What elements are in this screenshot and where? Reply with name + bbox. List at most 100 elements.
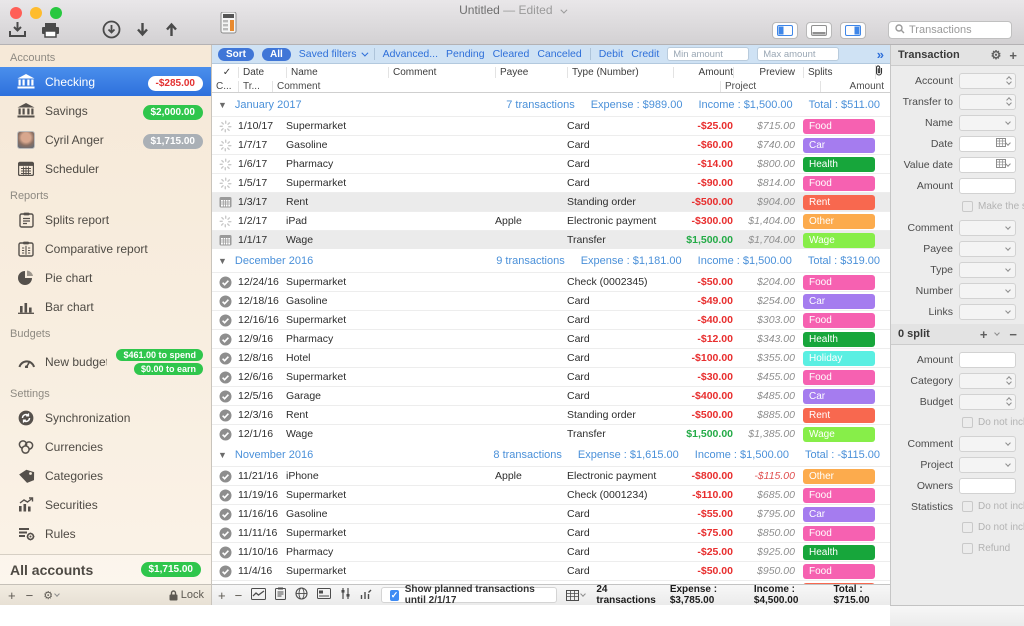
advanced-filter-button[interactable]: Advanced... <box>383 48 438 60</box>
move-down-button[interactable] <box>135 21 150 38</box>
split-remove-icon[interactable]: − <box>1009 327 1017 342</box>
split-checkbox[interactable]: Do not include w... <box>959 520 1024 536</box>
disclosure-triangle-icon[interactable]: ▼ <box>218 100 227 110</box>
filter-canceled-button[interactable]: Canceled <box>537 48 581 60</box>
split-project-select[interactable] <box>959 457 1016 473</box>
disclosure-triangle-icon[interactable]: ▼ <box>218 450 227 460</box>
transaction-row[interactable]: 12/6/16SupermarketCard-$30.00$455.00Food <box>212 367 890 386</box>
transaction-number-select[interactable] <box>959 283 1016 299</box>
transaction-row[interactable]: 1/2/17iPadAppleElectronic payment-$300.0… <box>212 211 890 230</box>
adjust-columns-icon[interactable] <box>340 587 351 603</box>
split-budget-stepper[interactable] <box>959 394 1016 410</box>
transaction-comment-select[interactable] <box>959 220 1016 236</box>
transaction-checkbox[interactable]: Make the sum of... <box>959 199 1024 215</box>
web-icon[interactable] <box>295 587 308 603</box>
column-header-payee[interactable]: Payee <box>495 67 567 78</box>
transaction-row[interactable]: 12/5/16GarageCard-$400.00$485.00Car <box>212 386 890 405</box>
split-category-stepper[interactable] <box>959 373 1016 389</box>
column-header-amount[interactable]: Amount <box>673 67 733 78</box>
sidebar-item-scheduler[interactable]: Scheduler <box>0 154 211 183</box>
column-header-type[interactable]: Type (Number) <box>567 67 673 78</box>
transaction-row[interactable]: 1/6/17PharmacyCard-$14.00$800.00Health <box>212 154 890 173</box>
column-header-cleared[interactable]: ✓ <box>212 67 238 78</box>
transaction-row[interactable]: 12/1/16WageTransfer$1,500.00$1,385.00Wag… <box>212 424 890 443</box>
column-header-preview[interactable]: Preview <box>733 67 795 78</box>
split-amount-input[interactable] <box>959 352 1016 368</box>
transaction-row[interactable]: 1/5/17SupermarketCard-$90.00$814.00Food <box>212 173 890 192</box>
sidebar-item-bar-chart[interactable]: Bar chart <box>0 292 211 321</box>
sidebar-item-comparative-report[interactable]: Comparative report <box>0 234 211 263</box>
transaction-row[interactable]: 1/10/17SupermarketCard-$25.00$715.00Food <box>212 116 890 135</box>
split-checkbox[interactable]: Do not include in... <box>959 415 1024 431</box>
transaction-row[interactable]: 11/16/16GasolineCard-$55.00$795.00Car <box>212 504 890 523</box>
filter-pending-button[interactable]: Pending <box>446 48 485 60</box>
split-add-chevron-icon[interactable] <box>995 330 1001 336</box>
min-amount-input[interactable]: Min amount <box>667 47 749 61</box>
all-accounts-row[interactable]: All accounts $1,715.00 <box>0 554 211 584</box>
filter-debit-button[interactable]: Debit <box>599 48 624 60</box>
sidebar-item-categories[interactable]: Categories <box>0 461 211 490</box>
split-checkbox[interactable]: Do not include in... <box>959 499 1024 515</box>
balance-graph-icon[interactable] <box>251 588 266 603</box>
toggle-left-panel-button[interactable] <box>772 22 798 39</box>
group-header-december-2016[interactable]: ▼December 20169 transactionsExpense : $1… <box>212 249 890 272</box>
sidebar-item-new-budget[interactable]: New budget$461.00 to spend$0.00 to earn <box>0 343 211 381</box>
transaction-row[interactable]: 12/8/16HotelCard-$100.00$355.00Holiday <box>212 348 890 367</box>
sidebar-item-securities[interactable]: Securities <box>0 490 211 519</box>
transaction-row[interactable]: 1/1/17WageTransfer$1,500.00$1,704.00Wage <box>212 230 890 249</box>
remove-account-button[interactable]: − <box>26 589 34 602</box>
sort-button[interactable]: Sort <box>218 48 254 61</box>
table-view-menu[interactable] <box>566 590 587 601</box>
group-header-november-2016[interactable]: ▼November 20168 transactionsExpense : $1… <box>212 443 890 466</box>
filter-cleared-button[interactable]: Cleared <box>493 48 530 60</box>
sidebar-item-splits-report[interactable]: Splits report <box>0 205 211 234</box>
column-header-comment[interactable]: Comment <box>388 67 495 78</box>
sidebar-item-pie-chart[interactable]: Pie chart <box>0 263 211 292</box>
column-header-project[interactable]: Project <box>720 81 820 92</box>
disclosure-triangle-icon[interactable]: ▼ <box>218 256 227 266</box>
filter-credit-button[interactable]: Credit <box>631 48 659 60</box>
account-actions-gear-icon[interactable]: ⚙ <box>43 589 61 602</box>
transaction-date-date[interactable] <box>959 136 1016 152</box>
transaction-row[interactable]: 11/10/16PharmacyCard-$25.00$925.00Health <box>212 542 890 561</box>
column-header-name[interactable]: Name <box>286 67 388 78</box>
report-icon[interactable] <box>275 587 286 603</box>
show-planned-checkbox[interactable]: ✓ Show planned transactions until 2/1/17 <box>381 587 557 603</box>
transaction-row[interactable]: 1/3/17RentStanding order-$500.00$904.00R… <box>212 192 890 211</box>
lock-button[interactable]: Lock <box>169 589 204 601</box>
split-owners-input[interactable] <box>959 478 1016 494</box>
transaction-row[interactable]: 11/21/16iPhoneAppleElectronic payment-$8… <box>212 466 890 485</box>
sidebar-item-rules[interactable]: Rules <box>0 519 211 548</box>
column-header-icons[interactable] <box>875 65 890 79</box>
more-filters-button[interactable]: » <box>877 47 884 62</box>
transaction-row[interactable]: 11/4/16SupermarketCard-$50.00$950.00Food <box>212 561 890 580</box>
transaction-type-select[interactable] <box>959 262 1016 278</box>
transaction-row[interactable]: 11/19/16SupermarketCheck (0001234)-$110.… <box>212 485 890 504</box>
import-button[interactable] <box>8 21 27 38</box>
add-account-button[interactable]: + <box>8 589 16 602</box>
transaction-row[interactable]: 12/18/16GasolineCard-$49.00$254.00Car <box>212 291 890 310</box>
column-header-date[interactable]: Date <box>238 67 286 78</box>
title-chevron-icon[interactable] <box>560 7 567 14</box>
column-header-split-comment[interactable]: Comment <box>272 81 432 92</box>
calculator-app-icon[interactable] <box>220 12 238 37</box>
transaction-payee-select[interactable] <box>959 241 1016 257</box>
transaction-row[interactable]: 1/7/17GasolineCard-$60.00$740.00Car <box>212 135 890 154</box>
sidebar-item-savings[interactable]: Savings$2,000.00 <box>0 96 211 125</box>
column-header-split-amount[interactable]: Amount <box>820 81 890 92</box>
statistics-icon[interactable] <box>360 588 372 603</box>
toggle-bottom-panel-button[interactable] <box>806 22 832 39</box>
transaction-value-date-date[interactable] <box>959 157 1016 173</box>
sidebar-item-cyril-anger[interactable]: Cyril Anger$1,715.00 <box>0 125 211 154</box>
update-quotes-button[interactable] <box>102 20 121 39</box>
panel-gear-icon[interactable]: ⚙ <box>991 48 1002 62</box>
transaction-row[interactable]: 11/11/16SupermarketCard-$75.00$850.00Foo… <box>212 523 890 542</box>
transaction-account-stepper[interactable] <box>959 73 1016 89</box>
sidebar-item-currencies[interactable]: Currencies <box>0 432 211 461</box>
search-input[interactable]: Transactions <box>888 21 1012 39</box>
sidebar-item-synchronization[interactable]: Synchronization <box>0 403 211 432</box>
transaction-row[interactable]: 12/3/16RentStanding order-$500.00$885.00… <box>212 405 890 424</box>
add-transaction-button[interactable]: + <box>218 589 226 602</box>
transaction-links-select[interactable] <box>959 304 1016 320</box>
transaction-transfer-to-stepper[interactable] <box>959 94 1016 110</box>
